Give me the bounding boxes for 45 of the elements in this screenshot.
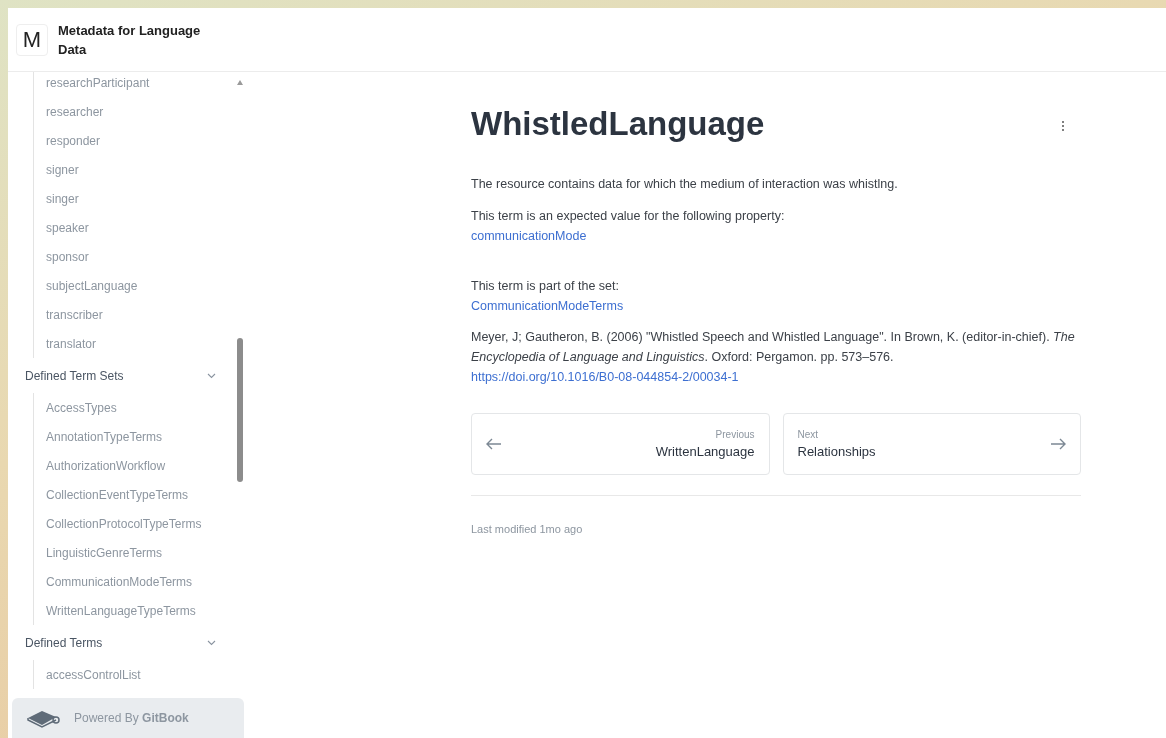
doi-link[interactable]: https://doi.org/10.1016/B0-08-044854-2/00034-1 — [471, 367, 739, 387]
left-arrow-icon — [486, 438, 502, 450]
chevron-icon — [207, 639, 216, 646]
sidebar-item[interactable]: WrittenLanguageTypeTerms — [46, 596, 222, 625]
description-text: The resource contains data for which the medium of interaction was whistlng. — [471, 176, 899, 193]
sidebar-item[interactable]: signer — [46, 155, 222, 184]
sidebar-item[interactable]: researchParticipant — [46, 72, 222, 97]
sidebar-item[interactable]: AnnotationTypeTerms — [46, 422, 222, 451]
sidebar-item[interactable]: CollectionProtocolTypeTerms — [46, 509, 222, 538]
sidebar-item[interactable]: speaker — [46, 213, 222, 242]
powered-by-gitbook[interactable]: Powered By GitBook — [12, 698, 244, 738]
section-heading[interactable]: Defined Term Sets — [25, 359, 222, 392]
previous-title: WrittenLanguage — [655, 442, 755, 461]
site-logo[interactable]: M — [16, 23, 48, 56]
book-icon — [26, 708, 60, 728]
next-label: Next — [797, 427, 819, 442]
citation-text: Meyer, J; Gautheron, B. (2006) "Whistled Speech and Whistled Language". In Brown, K. (editor-in-chief). The Encyclopedia of Language and Linguistics. Oxford: Pergamon. pp. 573–576. — [471, 329, 1076, 366]
sidebar-item[interactable]: LinguisticGenreTerms — [46, 538, 222, 567]
sidebar-item[interactable]: CommunicationModeTerms — [46, 567, 222, 596]
sidebar-item[interactable]: sponsor — [46, 242, 222, 271]
sidebar-item[interactable]: transcriber — [46, 300, 222, 329]
right-arrow-icon — [1050, 438, 1066, 450]
sidebar-item[interactable]: subjectLanguage — [46, 271, 222, 300]
next-title: Relationships — [797, 442, 876, 461]
site-title[interactable]: Metadata for Language Data — [58, 20, 208, 59]
previous-page-card[interactable]: Previous WrittenLanguage — [471, 413, 770, 475]
sidebar-item[interactable]: responder — [46, 126, 222, 155]
sidebar-item[interactable]: AuthorizationWorkflow — [46, 451, 222, 480]
last-modified-text: Last modified 1mo ago — [471, 523, 583, 535]
sidebar-item[interactable]: accessControlList — [46, 660, 222, 689]
sidebar-item[interactable]: translator — [46, 329, 222, 358]
previous-label: Previous — [715, 427, 755, 442]
sidebar-item[interactable]: singer — [46, 184, 222, 213]
next-page-card[interactable]: Next Relationships — [782, 413, 1081, 475]
sidebar-item[interactable]: AccessTypes — [46, 393, 222, 422]
property-intro-text: This term is an expected value for the following property: — [471, 208, 786, 225]
chevron-icon — [207, 372, 216, 379]
more-options-icon[interactable] — [1061, 120, 1065, 132]
property-link[interactable]: communicationMode — [471, 226, 587, 246]
set-link[interactable]: CommunicationModeTerms — [471, 296, 624, 316]
section-heading[interactable]: Defined Terms — [25, 626, 222, 659]
set-intro-text: This term is part of the set: — [471, 278, 620, 295]
page-title: WhistledLanguage — [471, 104, 765, 144]
sidebar-item[interactable]: CollectionEventTypeTerms — [46, 480, 222, 509]
sidebar-item[interactable]: researcher — [46, 97, 222, 126]
